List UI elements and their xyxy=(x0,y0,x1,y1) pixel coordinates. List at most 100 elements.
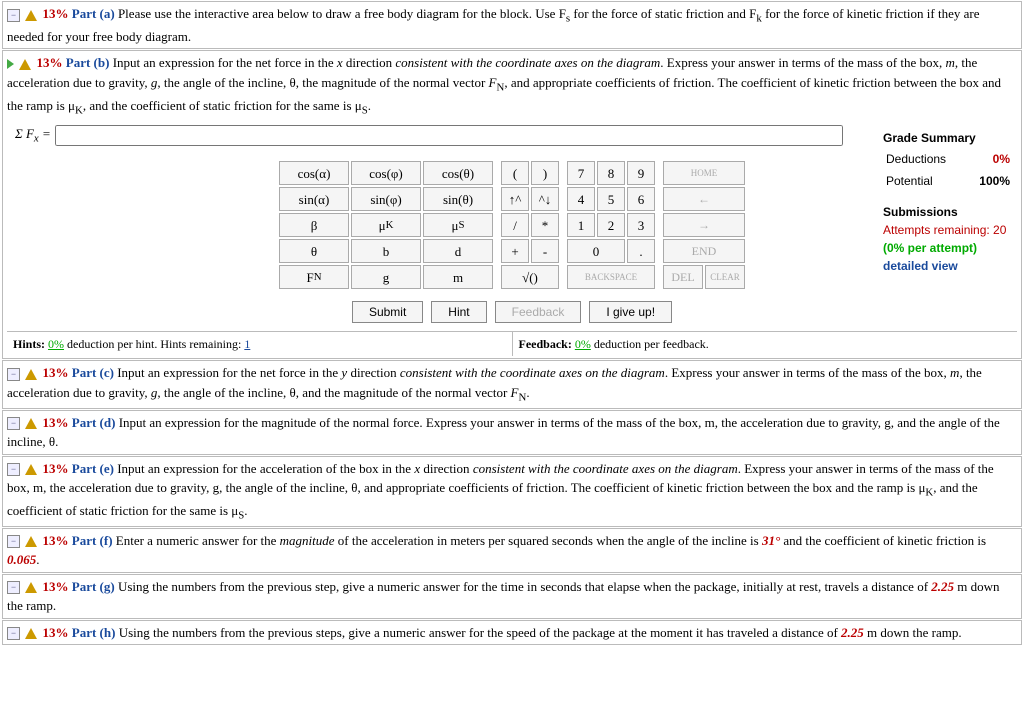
part-percent: 13% xyxy=(43,365,69,380)
warning-icon xyxy=(25,628,37,639)
feedback-info: Feedback: 0% deduction per feedback. xyxy=(512,332,1018,356)
warning-icon xyxy=(25,418,37,429)
part-label: Part (c) xyxy=(72,365,114,380)
per-attempt: (0% per attempt) xyxy=(883,239,1013,257)
var-key-cos[interactable]: cos(θ) xyxy=(423,161,493,185)
num-key-1[interactable]: 1 xyxy=(567,213,595,237)
num-key-5[interactable]: 5 xyxy=(597,187,625,211)
var-key-K[interactable]: μK xyxy=(351,213,421,237)
num-key-7[interactable]: 7 xyxy=(567,161,595,185)
part-label: Part (f) xyxy=(72,533,113,548)
operator-keys: ()↑^^↓/*+-√() xyxy=(501,161,559,289)
part-label: Part (h) xyxy=(72,625,116,640)
op-key[interactable]: / xyxy=(501,213,529,237)
potential-value: 100% xyxy=(968,171,1011,191)
op-key[interactable]: ) xyxy=(531,161,559,185)
part-percent: 13% xyxy=(43,6,69,21)
nav-key-home[interactable]: HOME xyxy=(663,161,745,185)
part-label: Part (d) xyxy=(72,415,116,430)
part-text: Input an expression for the net force in… xyxy=(7,365,982,400)
grade-title: Grade Summary xyxy=(883,129,1013,147)
collapse-icon[interactable]: − xyxy=(7,368,20,381)
var-key-b[interactable]: b xyxy=(351,239,421,263)
var-key-d[interactable]: d xyxy=(423,239,493,263)
num-key-8[interactable]: 8 xyxy=(597,161,625,185)
grade-summary: Grade Summary Deductions0% Potential100%… xyxy=(883,129,1013,275)
part-percent: 13% xyxy=(43,625,69,640)
giveup-button[interactable]: I give up! xyxy=(589,301,672,323)
op-key[interactable]: ( xyxy=(501,161,529,185)
collapse-icon[interactable]: − xyxy=(7,581,20,594)
part-text: Using the numbers from the previous step… xyxy=(7,579,1000,614)
warning-icon xyxy=(25,369,37,380)
op-key[interactable]: * xyxy=(531,213,559,237)
nav-key-end[interactable]: END xyxy=(663,239,745,263)
warning-icon xyxy=(25,464,37,475)
num-key-3[interactable]: 3 xyxy=(627,213,655,237)
op-key[interactable]: √() xyxy=(501,265,559,289)
hints-info: Hints: 0% deduction per hint. Hints rema… xyxy=(7,332,512,356)
var-key-cos[interactable]: cos(φ) xyxy=(351,161,421,185)
warning-icon xyxy=(19,59,31,70)
var-key-m[interactable]: m xyxy=(423,265,493,289)
var-key-S[interactable]: μS xyxy=(423,213,493,237)
answer-input-row: Σ Fx = xyxy=(15,124,1009,147)
part-percent: 13% xyxy=(43,415,69,430)
var-key-sin[interactable]: sin(α) xyxy=(279,187,349,211)
attempts-remaining: Attempts remaining: 20 xyxy=(883,221,1013,239)
var-key-g[interactable]: g xyxy=(351,265,421,289)
num-key-4[interactable]: 4 xyxy=(567,187,595,211)
part-text: Using the numbers from the previous step… xyxy=(119,625,962,640)
feedback-button[interactable]: Feedback xyxy=(495,301,582,323)
collapse-icon[interactable]: − xyxy=(7,417,20,430)
collapse-icon[interactable]: − xyxy=(7,627,20,640)
nav-key-←[interactable]: ← xyxy=(663,187,745,211)
var-key-FN[interactable]: FN xyxy=(279,265,349,289)
collapse-icon[interactable]: − xyxy=(7,9,20,22)
part-g: − 13% Part (g) Using the numbers from th… xyxy=(2,574,1022,619)
num-key-6[interactable]: 6 xyxy=(627,187,655,211)
num-key-0[interactable]: 0 xyxy=(567,239,625,263)
sigma-label: Σ Fx = xyxy=(15,124,51,147)
var-key-sin[interactable]: sin(θ) xyxy=(423,187,493,211)
var-key-cos[interactable]: cos(α) xyxy=(279,161,349,185)
num-key-2[interactable]: 2 xyxy=(597,213,625,237)
nav-key-→[interactable]: → xyxy=(663,213,745,237)
nav-key-del[interactable]: DEL xyxy=(663,265,703,289)
op-key[interactable]: ↑^ xyxy=(501,187,529,211)
part-label: Part (g) xyxy=(72,579,115,594)
op-key[interactable]: + xyxy=(501,239,529,263)
op-key[interactable]: - xyxy=(531,239,559,263)
num-key-dot[interactable]: . xyxy=(627,239,655,263)
nav-keys: HOME←→ENDDELCLEAR xyxy=(663,161,745,289)
part-e: − 13% Part (e) Input an expression for t… xyxy=(2,456,1022,527)
part-label: Part (b) xyxy=(66,55,110,70)
detailed-view-link[interactable]: detailed view xyxy=(883,257,1013,275)
warning-icon xyxy=(25,536,37,547)
backspace-key[interactable]: BACKSPACE xyxy=(567,265,655,289)
warning-icon xyxy=(25,10,37,21)
collapse-icon[interactable]: − xyxy=(7,535,20,548)
warning-icon xyxy=(25,582,37,593)
part-percent: 13% xyxy=(37,55,63,70)
submissions-title: Submissions xyxy=(883,203,1013,221)
answer-input[interactable] xyxy=(55,125,843,146)
submit-button[interactable]: Submit xyxy=(352,301,423,323)
var-key-[interactable]: β xyxy=(279,213,349,237)
hint-button[interactable]: Hint xyxy=(431,301,486,323)
action-buttons: Submit Hint Feedback I give up! xyxy=(7,297,1017,331)
expand-icon[interactable] xyxy=(7,59,14,69)
nav-key-clear[interactable]: CLEAR xyxy=(705,265,745,289)
var-key-sin[interactable]: sin(φ) xyxy=(351,187,421,211)
part-label: Part (e) xyxy=(72,461,114,476)
var-key-[interactable]: θ xyxy=(279,239,349,263)
part-percent: 13% xyxy=(43,461,69,476)
part-d: − 13% Part (d) Input an expression for t… xyxy=(2,410,1022,455)
op-key[interactable]: ^↓ xyxy=(531,187,559,211)
part-c: − 13% Part (c) Input an expression for t… xyxy=(2,360,1022,408)
part-b: 13% Part (b) Input an expression for the… xyxy=(2,50,1022,359)
part-text: Enter a numeric answer for the magnitude… xyxy=(7,533,986,568)
collapse-icon[interactable]: − xyxy=(7,463,20,476)
num-key-9[interactable]: 9 xyxy=(627,161,655,185)
part-text: Please use the interactive area below to… xyxy=(7,6,979,44)
